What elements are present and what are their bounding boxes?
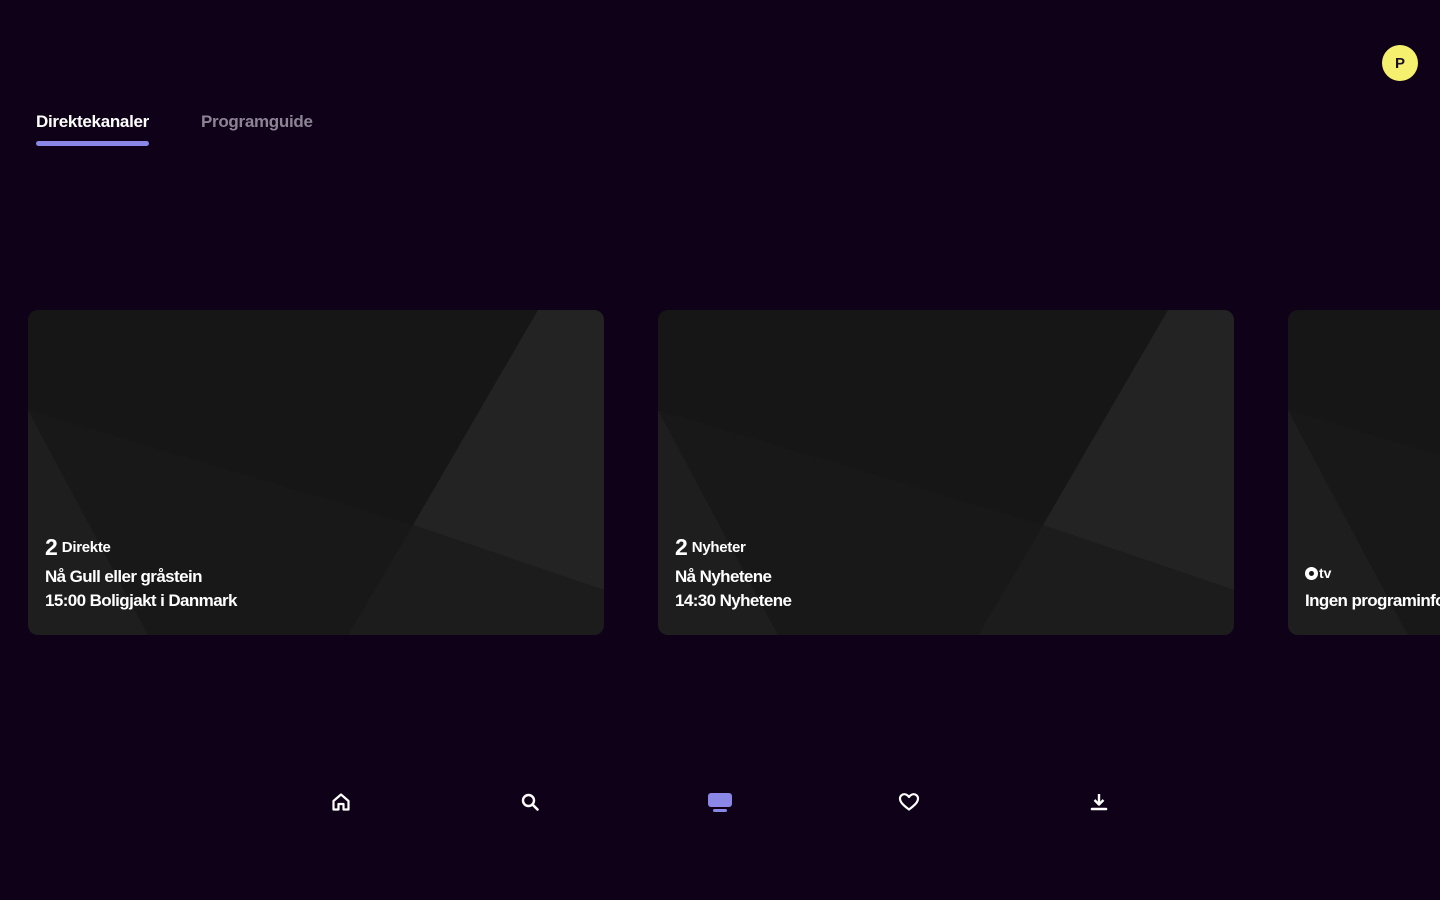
now-playing: Nå Nyhetene	[675, 567, 772, 586]
tab-programguide[interactable]: Programguide	[201, 112, 313, 144]
search-icon	[521, 793, 539, 811]
download-icon	[1090, 794, 1108, 811]
now-playing: Nå Gull eller gråstein	[45, 567, 202, 586]
channel-row: 2 Nyheter	[675, 534, 791, 560]
nav-favorites[interactable]	[893, 786, 925, 818]
tv2-logo: 2	[45, 534, 58, 560]
nav-downloads[interactable]	[1083, 786, 1115, 818]
nav-home[interactable]	[325, 786, 357, 818]
logo-dot-icon	[1305, 566, 1318, 580]
card-info: tv Ingen programinformasjon	[1305, 565, 1440, 613]
profile-avatar[interactable]: P	[1382, 45, 1418, 81]
next-program: 15:00 Boligjakt i Danmark	[45, 591, 238, 610]
channel-name: Nyheter	[691, 538, 746, 556]
tv-icon	[708, 793, 732, 812]
nav-search[interactable]	[514, 786, 546, 818]
tv-channel-logo: tv	[1305, 565, 1440, 581]
channel-logo-text: tv	[1319, 565, 1332, 581]
channel-card-direkte[interactable]: 2 Direkte Nå Gull eller gråstein 15:00 B…	[28, 310, 604, 635]
channel-carousel: 2 Direkte Nå Gull eller gråstein 15:00 B…	[28, 310, 1440, 636]
channel-card-tv[interactable]: tv Ingen programinformasjon	[1288, 310, 1440, 635]
channel-name: Direkte	[61, 538, 111, 556]
card-info: 2 Nyheter Nå Nyhetene 14:30 Nyhetene	[675, 534, 792, 613]
card-info: 2 Direkte Nå Gull eller gråstein 15:00 B…	[45, 534, 238, 613]
bottom-navigation	[0, 786, 1440, 818]
page: P Direktekanaler Programguide 2 Direkte …	[0, 0, 1440, 900]
nav-live-tv[interactable]	[704, 786, 736, 818]
channel-card-nyheter[interactable]: 2 Nyheter Nå Nyhetene 14:30 Nyhetene	[658, 310, 1234, 635]
channel-row: 2 Direkte	[45, 534, 237, 560]
now-playing: Ingen programinformasjon	[1305, 591, 1440, 610]
heart-icon	[898, 793, 920, 811]
tab-bar: Direktekanaler Programguide	[36, 112, 313, 146]
tv2-logo: 2	[675, 534, 688, 560]
next-program: 14:30 Nyhetene	[675, 591, 792, 610]
tab-direktekanaler[interactable]: Direktekanaler	[36, 112, 149, 146]
home-icon	[332, 793, 350, 811]
